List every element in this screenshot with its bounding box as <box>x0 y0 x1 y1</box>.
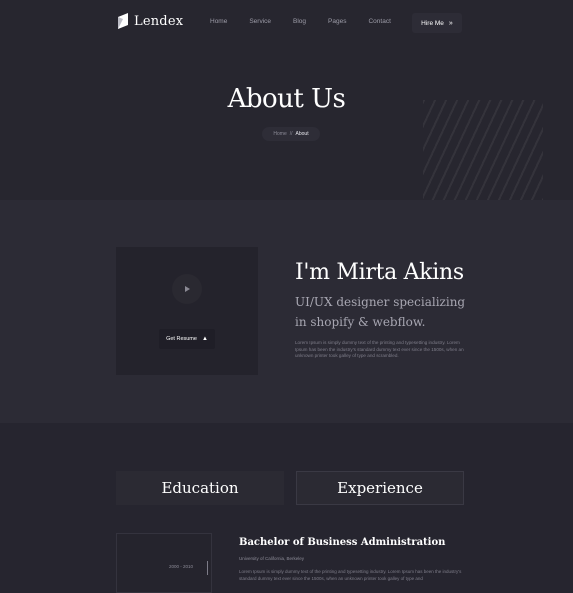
intro-video: Get Resume ▲ <box>116 247 258 375</box>
education-school: University of California, Berkeley <box>239 556 305 561</box>
hero-banner: Lendex Home Service Blog Pages Contact H… <box>0 0 573 200</box>
page-title: About Us <box>227 84 346 114</box>
breadcrumb-home[interactable]: Home <box>273 131 286 137</box>
education-degree: Bachelor of Business Administration <box>239 537 446 548</box>
get-resume-button[interactable]: Get Resume ▲ <box>159 329 215 349</box>
top-navigation: Lendex Home Service Blog Pages Contact H… <box>0 0 573 46</box>
about-section: Get Resume ▲ I'm Mirta Akins UI/UX desig… <box>0 200 573 423</box>
timeline-divider <box>207 561 208 575</box>
breadcrumb-separator: // <box>289 131 293 137</box>
logo-icon <box>118 13 128 29</box>
brand-logo[interactable]: Lendex <box>116 13 183 29</box>
hire-me-label: Hire Me <box>421 19 444 27</box>
tab-experience[interactable]: Experience <box>296 471 464 505</box>
education-years: 2000 - 2010 <box>169 564 194 569</box>
main-menu: Home Service Blog Pages Contact <box>210 18 413 25</box>
nav-item-service[interactable]: Service <box>249 18 271 25</box>
download-icon: ▲ <box>201 336 208 342</box>
get-resume-label: Get Resume <box>166 336 197 342</box>
double-arrow-icon: » <box>448 19 453 27</box>
nav-item-home[interactable]: Home <box>210 18 227 25</box>
profile-tagline: UI/UX designer specializing in shopify &… <box>295 295 466 329</box>
resume-section: Education Experience 2000 - 2010 Bachelo… <box>0 423 573 593</box>
hero-decoration <box>423 100 543 200</box>
education-description: Lorem Ipsum is simply dummy text of the … <box>239 569 462 581</box>
brand-name: Lendex <box>134 13 184 29</box>
nav-item-blog[interactable]: Blog <box>293 18 306 25</box>
nav-item-contact[interactable]: Contact <box>368 18 390 25</box>
play-button[interactable] <box>172 274 202 304</box>
breadcrumb: Home // About <box>262 127 320 141</box>
breadcrumb-current: About <box>295 131 309 137</box>
profile-bio: Lorem Ipsum is simply dummy text of the … <box>295 340 464 358</box>
hire-me-button[interactable]: Hire Me » <box>412 13 462 33</box>
profile-name: I'm Mirta Akins <box>295 260 464 285</box>
nav-item-pages[interactable]: Pages <box>328 18 346 25</box>
education-years-card: 2000 - 2010 <box>116 533 212 593</box>
play-icon <box>185 286 190 292</box>
tab-education[interactable]: Education <box>116 471 284 505</box>
